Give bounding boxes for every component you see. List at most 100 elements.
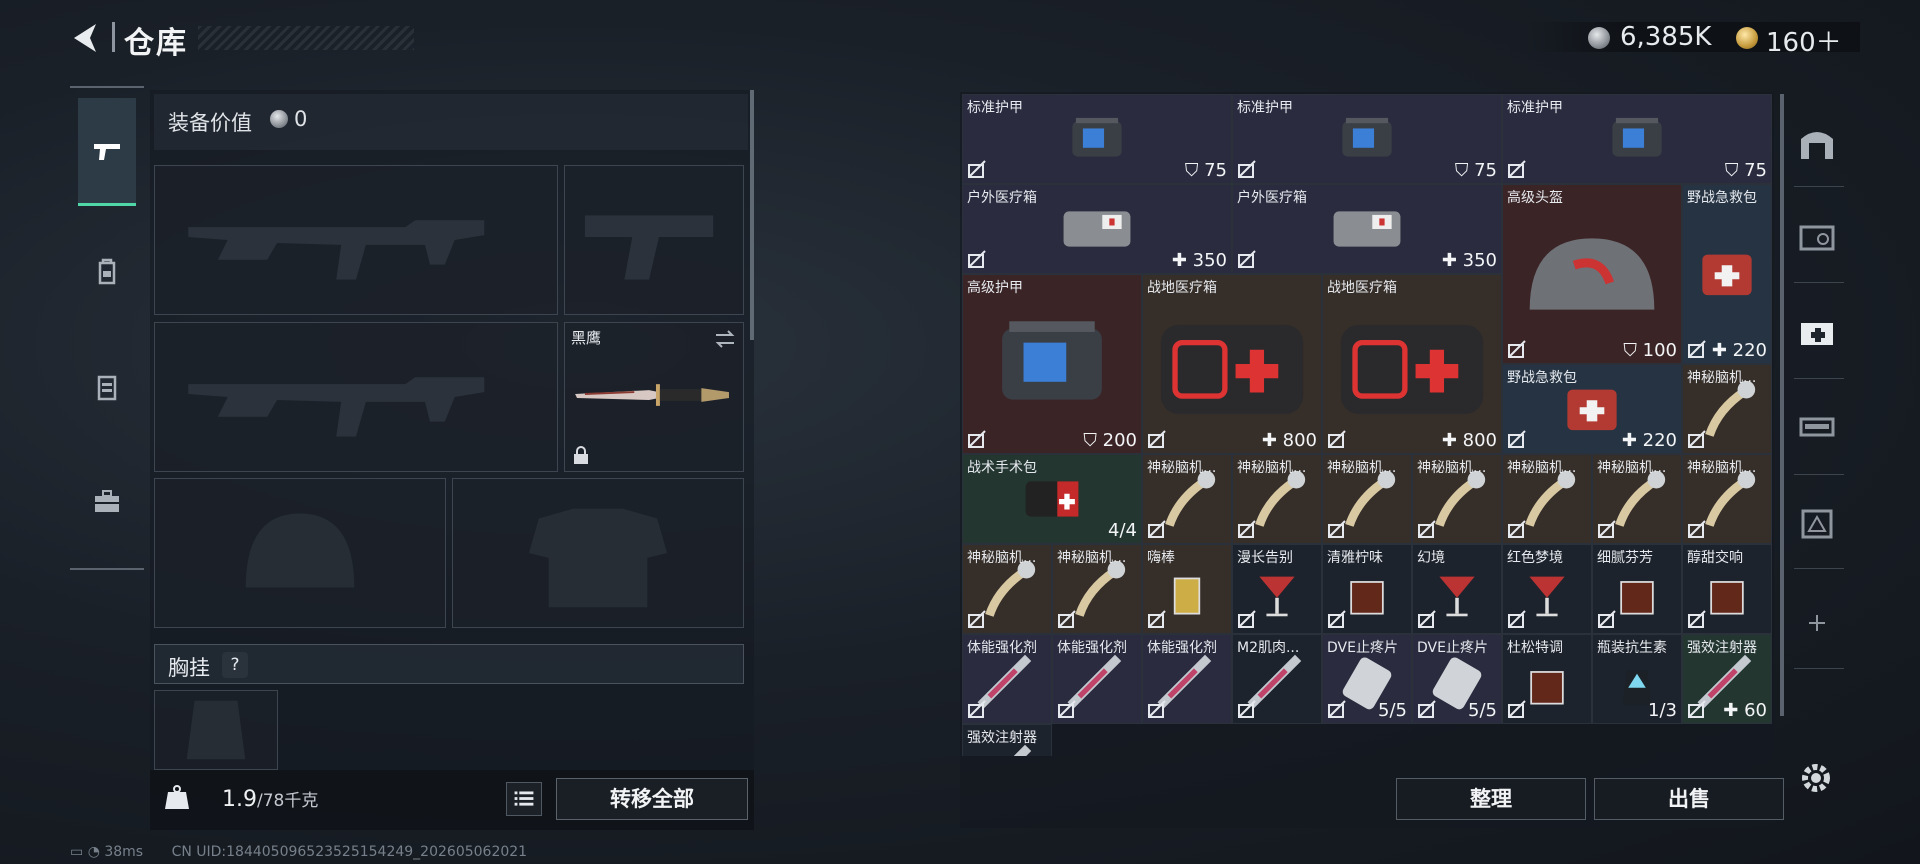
untradeable-icon xyxy=(1147,609,1167,629)
storage-item[interactable]: 嗨棒 xyxy=(1142,544,1232,634)
storage-item[interactable]: 战术手术包 4/4 xyxy=(962,454,1142,544)
storage-item[interactable]: 神秘脑机... xyxy=(1682,364,1772,454)
armor-slot[interactable] xyxy=(452,478,744,628)
storage-item[interactable]: 体能强化剂 xyxy=(1142,634,1232,724)
item-name: 神秘脑机... xyxy=(1687,370,1757,386)
sell-button[interactable]: 出售 xyxy=(1594,778,1784,820)
item-badge: 5/5 xyxy=(1468,700,1497,721)
warehouse-icon xyxy=(1801,132,1833,159)
storage-item[interactable]: 神秘脑机... xyxy=(1592,454,1682,544)
untradeable-icon xyxy=(967,159,987,179)
storage-item[interactable]: 野战急救包 ✚ 220 xyxy=(1502,364,1682,454)
untradeable-icon xyxy=(1327,429,1347,449)
storage-item[interactable]: 野战急救包 ✚ 220 xyxy=(1682,184,1772,364)
storage-item[interactable]: 神秘脑机... xyxy=(1412,454,1502,544)
untradeable-icon xyxy=(967,429,987,449)
heal-icon: ✚ xyxy=(1171,250,1193,271)
heal-icon: ✚ xyxy=(1261,430,1283,451)
help-button[interactable]: ? xyxy=(222,652,248,678)
tab-toolbox[interactable] xyxy=(78,448,136,556)
equipment-value: 0 xyxy=(294,107,308,131)
tab-vest[interactable] xyxy=(78,333,136,441)
storage-item[interactable]: 清雅柠味 xyxy=(1322,544,1412,634)
storage-item[interactable]: 标准护甲 ⛉ 75 xyxy=(962,94,1232,184)
tab-weapon[interactable] xyxy=(78,98,136,206)
storage-item[interactable]: 高级护甲 ⛉ 200 xyxy=(962,274,1142,454)
storage-item[interactable]: 杜松特调 xyxy=(1502,634,1592,724)
storage-item[interactable]: 细腻芬芳 xyxy=(1592,544,1682,634)
storage-item[interactable]: 神秘脑机... xyxy=(1142,454,1232,544)
storage-item[interactable]: 战地医疗箱 ✚ 800 xyxy=(1142,274,1322,454)
page-title: 仓库 xyxy=(124,26,188,61)
helmet-slot[interactable] xyxy=(154,478,446,628)
storage-item[interactable]: 瓶装抗生素 1/3 xyxy=(1592,634,1682,724)
storage-item[interactable]: 神秘脑机... xyxy=(1052,544,1142,634)
swap-icon[interactable] xyxy=(713,327,737,351)
storage-item[interactable]: 神秘脑机... xyxy=(1502,454,1592,544)
storage-item[interactable]: 体能强化剂 xyxy=(1052,634,1142,724)
item-name: 高级护甲 xyxy=(967,280,1023,296)
primary-weapon-slot[interactable] xyxy=(154,165,558,315)
storage-item[interactable]: 户外医疗箱 ✚ 350 xyxy=(1232,184,1502,274)
storage-scrollbar[interactable] xyxy=(1780,94,1784,716)
storage-item[interactable]: 战地医疗箱 ✚ 800 xyxy=(1322,274,1502,454)
storage-item[interactable]: 标准护甲 ⛉ 75 xyxy=(1502,94,1772,184)
item-badge: ⛉ 75 xyxy=(1725,160,1767,181)
storage-item[interactable]: 神秘脑机... xyxy=(1232,454,1322,544)
sort-button[interactable]: 整理 xyxy=(1396,778,1586,820)
item-name: 杜松特调 xyxy=(1507,640,1563,656)
storage-item[interactable]: 幻境 xyxy=(1412,544,1502,634)
fieldkit-icon xyxy=(1340,324,1484,414)
storage-item[interactable]: DVE止疼片 5/5 xyxy=(1412,634,1502,724)
title-separator xyxy=(112,22,115,52)
storage-item[interactable]: M2肌肉... xyxy=(1232,634,1322,724)
storage-item[interactable]: DVE止疼片 5/5 xyxy=(1322,634,1412,724)
equipment-category-nav xyxy=(70,86,144,570)
storage-room-button[interactable] xyxy=(1790,116,1844,170)
medical-crate-button[interactable] xyxy=(1790,306,1844,360)
untradeable-icon xyxy=(1597,609,1617,629)
uid: CN UID:1844050965235251542​49_2026050620… xyxy=(171,844,528,860)
storage-item[interactable]: 强效注射器 ✚ 60 xyxy=(1682,634,1772,724)
container-button[interactable] xyxy=(1790,496,1844,550)
untradeable-icon xyxy=(1327,609,1347,629)
item-name: 野战急救包 xyxy=(1687,190,1757,206)
transfer-all-button[interactable]: 转移全部 xyxy=(556,778,748,820)
storage-item[interactable]: 强效注射器 xyxy=(962,724,1052,756)
storage-item[interactable]: 红色梦境 xyxy=(1502,544,1592,634)
storage-item[interactable]: 神秘脑机... xyxy=(1322,454,1412,544)
item-badge: ✚ 350 xyxy=(1172,250,1227,271)
chest-rig-slot[interactable] xyxy=(154,690,278,770)
add-container-button[interactable] xyxy=(1790,596,1844,650)
storage-item[interactable]: 标准护甲 ⛉ 75 xyxy=(1232,94,1502,184)
primary-weapon-slot-2[interactable] xyxy=(154,322,558,472)
storage-item[interactable]: 神秘脑机... xyxy=(1682,454,1772,544)
storage-item[interactable]: 体能强化剂 xyxy=(962,634,1052,724)
item-badge: 5/5 xyxy=(1378,700,1407,721)
weapon-case-button[interactable] xyxy=(1790,400,1844,454)
weight-icon xyxy=(165,785,189,809)
weight-current: 1.9 xyxy=(222,787,257,812)
list-view-button[interactable] xyxy=(506,782,542,816)
tab-backpack[interactable] xyxy=(78,218,136,326)
rifle-silhouette-icon xyxy=(188,220,485,280)
untradeable-icon xyxy=(1507,429,1527,449)
storage-item[interactable]: 神秘脑机... xyxy=(962,544,1052,634)
item-badge: ✚ 220 xyxy=(1712,340,1767,361)
scrollbar[interactable] xyxy=(750,90,754,340)
storage-item[interactable]: 户外医疗箱 ✚ 350 xyxy=(962,184,1232,274)
armor-icon xyxy=(1002,321,1102,400)
storage-item[interactable]: 醇甜交响 xyxy=(1682,544,1772,634)
ammo-crate-button[interactable] xyxy=(1790,210,1844,264)
storage-item[interactable]: 漫长告别 xyxy=(1232,544,1322,634)
untradeable-icon xyxy=(1147,429,1167,449)
melee-slot[interactable]: 黑鹰 xyxy=(564,322,744,472)
storage-item[interactable]: 高级头盔 ⛉ 100 xyxy=(1502,184,1682,364)
item-badge: ⛉ 100 xyxy=(1623,340,1677,361)
item-name: 战术手术包 xyxy=(967,460,1037,476)
untradeable-icon xyxy=(1057,699,1077,719)
premium-currency-amount[interactable]: 160＋ xyxy=(1766,22,1842,59)
settings-gear-icon[interactable] xyxy=(1796,758,1836,798)
secondary-weapon-slot[interactable] xyxy=(564,165,744,315)
back-button[interactable] xyxy=(66,18,106,58)
